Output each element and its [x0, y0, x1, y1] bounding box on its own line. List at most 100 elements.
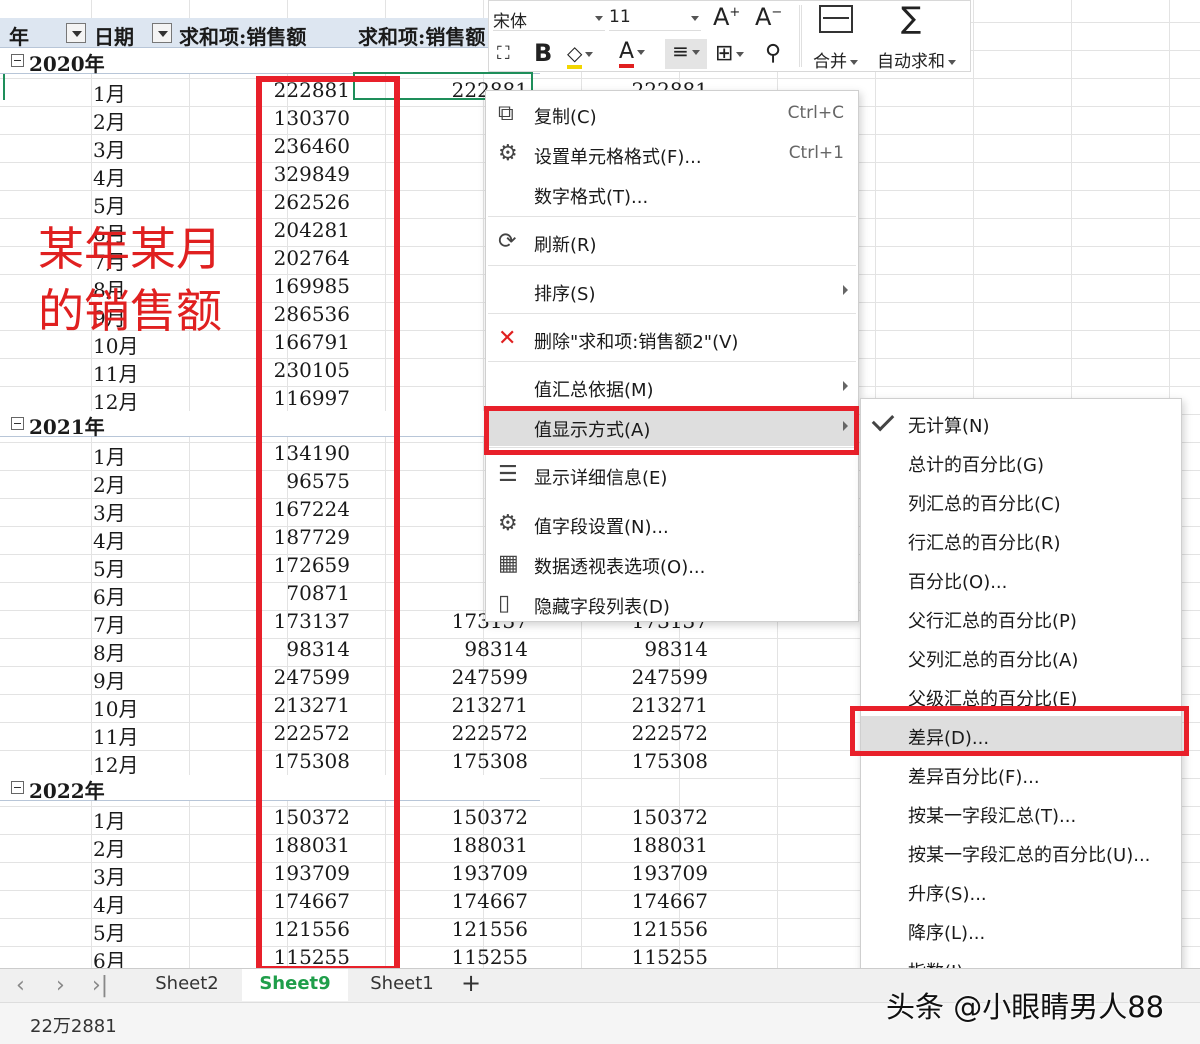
- submenu-item[interactable]: 降序(L)...: [861, 911, 1181, 949]
- bold-button[interactable]: B: [534, 39, 552, 67]
- font-size-select[interactable]: 11: [609, 7, 701, 31]
- fit-icon[interactable]: ⛶: [497, 43, 510, 64]
- menu-item[interactable]: ⚙ 设置单元格格式(F)... Ctrl+1: [486, 134, 858, 173]
- month-label: 4月: [93, 893, 126, 917]
- field-list-icon: ▯: [498, 591, 511, 616]
- check-icon: [871, 408, 895, 432]
- submenu-arrow-icon: [843, 285, 848, 295]
- month-label: 4月: [93, 166, 126, 190]
- month-label: 9月: [93, 669, 126, 693]
- submenu-item[interactable]: 差异百分比(F)...: [861, 755, 1181, 793]
- sales-value-3[interactable]: 121556: [590, 917, 708, 941]
- next-sheet-icon[interactable]: ›: [56, 973, 65, 998]
- merge-button[interactable]: 合并: [813, 47, 858, 72]
- sales-value-2[interactable]: 150372: [410, 805, 528, 829]
- sales-value-3[interactable]: 175308: [590, 749, 708, 773]
- collapse-icon[interactable]: [11, 417, 24, 430]
- menu-item[interactable]: 排序(S): [486, 271, 858, 310]
- month-label: 3月: [93, 865, 126, 889]
- collapse-icon[interactable]: [11, 54, 24, 67]
- submenu-item[interactable]: 父行汇总的百分比(P): [861, 599, 1181, 637]
- tab-sheet9[interactable]: Sheet9: [242, 969, 348, 1001]
- menu-item[interactable]: ▯ 隐藏字段列表(D): [486, 584, 858, 623]
- status-sum: 22万2881: [30, 1016, 117, 1037]
- sales-value-3[interactable]: 213271: [590, 693, 708, 717]
- menu-item[interactable]: ☰ 显示详细信息(E): [486, 455, 858, 494]
- details-icon: ☰: [498, 462, 518, 487]
- sales-value-2[interactable]: 222572: [410, 721, 528, 745]
- month-label: 2月: [93, 473, 126, 497]
- sales-value-3[interactable]: 188031: [590, 833, 708, 857]
- date-filter-dropdown-icon[interactable]: [152, 23, 172, 43]
- sales-value-2[interactable]: 213271: [410, 693, 528, 717]
- year-group-row[interactable]: 2020年: [0, 48, 540, 76]
- font-color-icon[interactable]: A: [619, 39, 646, 68]
- sales-value-2[interactable]: 175308: [410, 749, 528, 773]
- month-label: 1月: [93, 809, 126, 833]
- submenu-item[interactable]: 无计算(N): [861, 404, 1181, 442]
- year-filter-dropdown-icon[interactable]: [66, 23, 86, 43]
- format-painter-icon[interactable]: ⚲: [765, 41, 781, 66]
- header-sum-sales-2: 求和项:销售额: [358, 25, 486, 49]
- sum-icon[interactable]: ∑: [901, 1, 921, 36]
- format-cells-icon: ⚙: [498, 141, 518, 166]
- header-date: 日期: [94, 25, 134, 49]
- collapse-icon[interactable]: [11, 781, 24, 794]
- menu-item[interactable]: ⚙ 值字段设置(N)...: [486, 504, 858, 543]
- submenu-item[interactable]: 总计的百分比(G): [861, 443, 1181, 481]
- sales-value-3[interactable]: 98314: [590, 637, 708, 661]
- sales-value-2[interactable]: 115255: [410, 945, 528, 968]
- submenu-item[interactable]: 父列汇总的百分比(A): [861, 638, 1181, 676]
- submenu-item[interactable]: 百分比(O)...: [861, 560, 1181, 598]
- sales-value-2[interactable]: 247599: [410, 665, 528, 689]
- align-icon[interactable]: ≡: [665, 39, 707, 69]
- menu-item[interactable]: 值汇总依据(M): [486, 367, 858, 406]
- sales-value-3[interactable]: 115255: [590, 945, 708, 968]
- month-label: 2月: [93, 110, 126, 134]
- sales-value-2[interactable]: 188031: [410, 833, 528, 857]
- pivot-options-icon: ▦: [498, 551, 519, 576]
- sales-value-3[interactable]: 150372: [590, 805, 708, 829]
- delete-icon: ✕: [498, 326, 517, 351]
- menu-item[interactable]: 数字格式(T)...: [486, 174, 858, 213]
- font-name-select[interactable]: 宋体: [493, 7, 605, 32]
- first-sheet-icon[interactable]: ‹: [16, 973, 25, 998]
- sales-column-highlight: [256, 76, 400, 972]
- menu-item[interactable]: ⟳ 刷新(R): [486, 222, 858, 261]
- border-icon[interactable]: ⊞: [715, 41, 745, 66]
- menu-item[interactable]: ▦ 数据透视表选项(O)...: [486, 544, 858, 583]
- merge-cells-icon[interactable]: [819, 5, 853, 33]
- month-label: 6月: [93, 949, 126, 968]
- submenu-item[interactable]: 列汇总的百分比(C): [861, 482, 1181, 520]
- sales-value-2[interactable]: 174667: [410, 889, 528, 913]
- fill-color-icon[interactable]: ◇: [567, 41, 594, 69]
- add-sheet-button[interactable]: +: [456, 969, 486, 1001]
- submenu-item[interactable]: 升序(S)...: [861, 872, 1181, 910]
- month-label: 10月: [93, 697, 139, 721]
- increase-font-icon[interactable]: A+: [713, 3, 740, 31]
- pivot-header-row: 年 日期 求和项:销售额 求和项:销售额: [0, 18, 540, 49]
- sales-value-2[interactable]: 98314: [410, 637, 528, 661]
- month-label: 5月: [93, 557, 126, 581]
- sales-value-3[interactable]: 174667: [590, 889, 708, 913]
- submenu-item[interactable]: 行汇总的百分比(R): [861, 521, 1181, 559]
- last-sheet-icon[interactable]: ›|: [92, 973, 108, 998]
- submenu-arrow-icon: [843, 381, 848, 391]
- selection-indicator: [3, 74, 5, 100]
- menu-item[interactable]: ⧉ 复制(C) Ctrl+C: [486, 94, 858, 133]
- sales-value-3[interactable]: 193709: [590, 861, 708, 885]
- decrease-font-icon[interactable]: A−: [755, 3, 782, 31]
- month-label: 5月: [93, 194, 126, 218]
- sales-value-3[interactable]: 222572: [590, 721, 708, 745]
- tab-sheet1[interactable]: Sheet1: [352, 969, 452, 1001]
- submenu-item[interactable]: 按某一字段汇总(T)...: [861, 794, 1181, 832]
- tab-sheet2[interactable]: Sheet2: [132, 969, 242, 1001]
- sales-value-3[interactable]: 247599: [590, 665, 708, 689]
- annotation-text: 某年某月 的销售额: [38, 222, 222, 338]
- month-label: 7月: [93, 613, 126, 637]
- sales-value-2[interactable]: 121556: [410, 917, 528, 941]
- sales-value-2[interactable]: 193709: [410, 861, 528, 885]
- submenu-item[interactable]: 按某一字段汇总的百分比(U)...: [861, 833, 1181, 871]
- menu-item[interactable]: ✕ 删除"求和项:销售额2"(V): [486, 319, 858, 358]
- autosum-button[interactable]: 自动求和: [877, 47, 956, 72]
